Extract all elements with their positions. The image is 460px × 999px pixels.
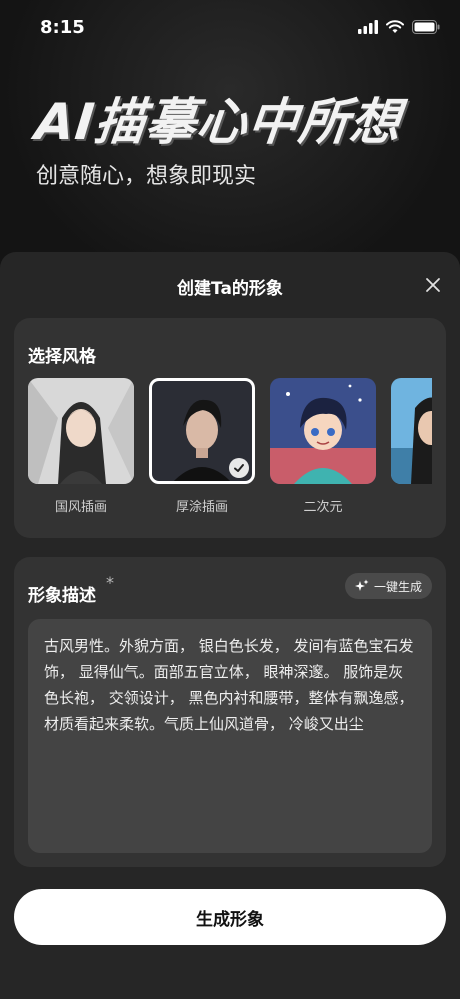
style-thumbnail-anime (270, 378, 376, 484)
style-thumbnail-guofeng (28, 378, 134, 484)
style-label: 写实 (391, 496, 432, 515)
auto-generate-button[interactable]: 一键生成 (344, 573, 432, 599)
style-thumbnail-realistic (391, 378, 432, 484)
status-icons (358, 20, 440, 34)
wifi-icon (386, 20, 404, 33)
style-list[interactable]: 国风插画 厚涂插画 二次元 (28, 378, 432, 528)
battery-icon (412, 20, 440, 34)
create-character-sheet: 创建Ta的形象 选择风格 国风插画 厚涂插画 二次元 形象描述 * 一键生成 古… (0, 252, 460, 999)
status-bar: 8:15 (0, 0, 460, 56)
style-label: 厚涂插画 (175, 500, 228, 515)
description-textarea[interactable]: 古风男性。外貌方面， 银白色长发， 发间有蓝色宝石发饰， 显得仙气。面部五官立体… (28, 619, 432, 853)
style-label: 二次元 (303, 500, 343, 515)
signal-icon (358, 20, 378, 34)
style-label: 国风插画 (54, 500, 107, 515)
style-option-realistic[interactable]: 写实 (391, 378, 432, 515)
required-mark: * (106, 573, 114, 592)
description-heading: 形象描述 (28, 586, 96, 606)
auto-generate-label: 一键生成 (373, 579, 422, 594)
description-section: 形象描述 * 一键生成 古风男性。外貌方面， 银白色长发， 发间有蓝色宝石发饰，… (14, 557, 446, 867)
style-option-guofeng[interactable]: 国风插画 (28, 378, 134, 515)
check-icon (229, 458, 249, 478)
style-section: 选择风格 国风插画 厚涂插画 二次元 (14, 318, 446, 538)
style-thumbnail-houtu (149, 378, 255, 484)
style-option-anime[interactable]: 二次元 (270, 378, 376, 515)
hero-subtitle: 创意随心，想象即现实 (36, 164, 257, 189)
style-section-heading: 选择风格 (28, 347, 96, 367)
close-button[interactable] (422, 274, 444, 296)
generate-character-button[interactable]: 生成形象 (14, 889, 446, 945)
sheet-title: 创建Ta的形象 (177, 279, 283, 299)
close-icon (426, 278, 440, 292)
sparkle-icon (354, 579, 369, 591)
status-time: 8:15 (40, 17, 85, 38)
style-option-houtu[interactable]: 厚涂插画 (149, 378, 255, 515)
hero-title: AI描摹心中所想 (32, 93, 404, 151)
